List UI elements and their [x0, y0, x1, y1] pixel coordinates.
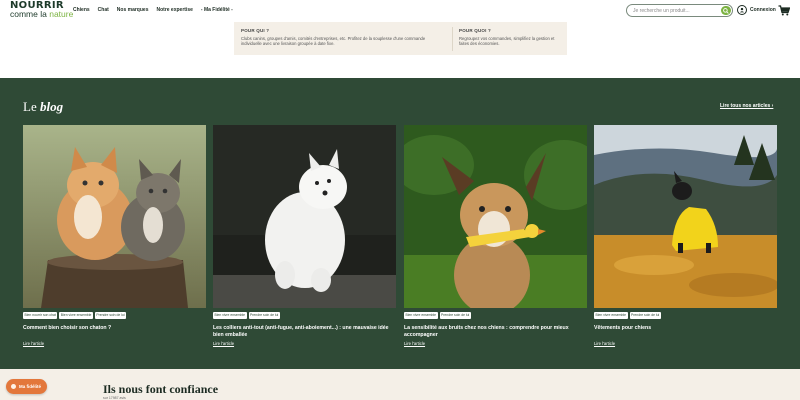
- site-header: NOURRIR comme la nature Chiens Chat Nos …: [0, 0, 800, 22]
- group-order-card: POUR QUI ? Clubs canins, groupes d'amis,…: [234, 22, 567, 55]
- read-article-link[interactable]: Lire l'article: [594, 341, 615, 346]
- nav-item-chat[interactable]: Chat: [98, 7, 109, 13]
- blog-article-card[interactable]: Bien nourrir son chat Bien vivre ensembl…: [23, 125, 206, 346]
- article-tags: Bien vivre ensemble Prendre soin de lui: [404, 312, 587, 319]
- article-title[interactable]: Comment bien choisir son chaton ?: [23, 325, 206, 338]
- logo-line-2: comme la nature: [10, 9, 74, 19]
- account-label: Connexion: [750, 7, 776, 13]
- search-input[interactable]: [633, 7, 719, 15]
- article-title[interactable]: La sensibilité aux bruits chez nos chien…: [404, 325, 587, 338]
- card-divider: [452, 27, 453, 51]
- trust-section: Ils nous font confiance sur 17987 avis: [0, 369, 800, 400]
- user-icon: [737, 5, 747, 15]
- all-articles-link[interactable]: Lire tous nos articles ›: [720, 103, 773, 109]
- fidelity-button[interactable]: Ma fidélité: [6, 379, 47, 394]
- for-what-column: POUR QUOI ? Regroupez vos commandes, sim…: [459, 28, 559, 47]
- search-icon: [723, 7, 729, 14]
- account-link[interactable]: Connexion: [737, 5, 776, 15]
- site-logo[interactable]: NOURRIR comme la nature: [10, 1, 73, 19]
- article-tag[interactable]: Bien vivre ensemble: [404, 312, 438, 319]
- article-tag[interactable]: Prendre soin de lui: [439, 312, 471, 319]
- article-title[interactable]: Les colliers anti-tout (anti-fugue, anti…: [213, 325, 396, 338]
- blog-article-card[interactable]: Bien vivre ensemble Prendre soin de lui …: [594, 125, 777, 346]
- article-tags: Bien vivre ensemble Prendre soin de lui: [213, 312, 396, 319]
- article-tags: Bien vivre ensemble Prendre soin de lui: [594, 312, 777, 319]
- for-what-title: POUR QUOI ?: [459, 28, 491, 33]
- nav-item-ma-fidelite[interactable]: - Ma Fidélité -: [201, 7, 233, 13]
- for-who-column: POUR QUI ? Clubs canins, groupes d'amis,…: [241, 28, 441, 47]
- article-tag[interactable]: Bien vivre ensemble: [59, 312, 93, 319]
- article-tag[interactable]: Prendre soin de lui: [629, 312, 661, 319]
- article-tag[interactable]: Prendre soin de lui: [94, 312, 127, 319]
- main-nav: Chiens Chat Nos marques Notre expertise …: [73, 7, 233, 13]
- read-article-link[interactable]: Lire l'article: [404, 341, 425, 346]
- article-image-spitz[interactable]: [213, 125, 396, 308]
- blog-article-card[interactable]: Bien vivre ensemble Prendre soin de lui …: [213, 125, 396, 346]
- article-tags: Bien nourrir son chat Bien vivre ensembl…: [23, 312, 206, 319]
- blog-section: Le blog Lire tous nos articles › Bien no…: [0, 78, 800, 369]
- article-image-raincoat-dog[interactable]: [594, 125, 777, 308]
- article-tag[interactable]: Prendre soin de lui: [248, 312, 280, 319]
- trust-heading: Ils nous font confiance: [103, 382, 219, 396]
- fidelity-button-label: Ma fidélité: [19, 384, 42, 389]
- article-title[interactable]: Vêtements pour chiens: [594, 325, 777, 338]
- blog-heading: Le blog: [23, 99, 64, 114]
- nav-item-notre-expertise[interactable]: Notre expertise: [156, 7, 192, 13]
- article-tag[interactable]: Bien vivre ensemble: [213, 312, 247, 319]
- read-article-link[interactable]: Lire l'article: [23, 341, 44, 346]
- read-article-link[interactable]: Lire l'article: [213, 341, 234, 346]
- search-box: [626, 4, 733, 17]
- for-who-text: Clubs canins, groupes d'amis, comités d'…: [241, 35, 426, 47]
- cart-icon[interactable]: [778, 5, 790, 16]
- article-image-kittens[interactable]: [23, 125, 206, 308]
- article-tag[interactable]: Bien nourrir son chat: [23, 312, 58, 319]
- nav-item-nos-marques[interactable]: Nos marques: [117, 7, 149, 13]
- for-what-text: Regroupez vos commandes, simplifiez la g…: [459, 35, 555, 47]
- for-who-title: POUR QUI ?: [241, 28, 270, 33]
- gift-icon: [11, 384, 16, 389]
- article-image-dog-toy[interactable]: [404, 125, 587, 308]
- blog-article-card[interactable]: Bien vivre ensemble Prendre soin de lui …: [404, 125, 587, 346]
- search-button[interactable]: [721, 6, 731, 15]
- nav-item-chiens[interactable]: Chiens: [73, 7, 90, 13]
- review-count: sur 17987 avis: [103, 396, 126, 400]
- article-tag[interactable]: Bien vivre ensemble: [594, 312, 628, 319]
